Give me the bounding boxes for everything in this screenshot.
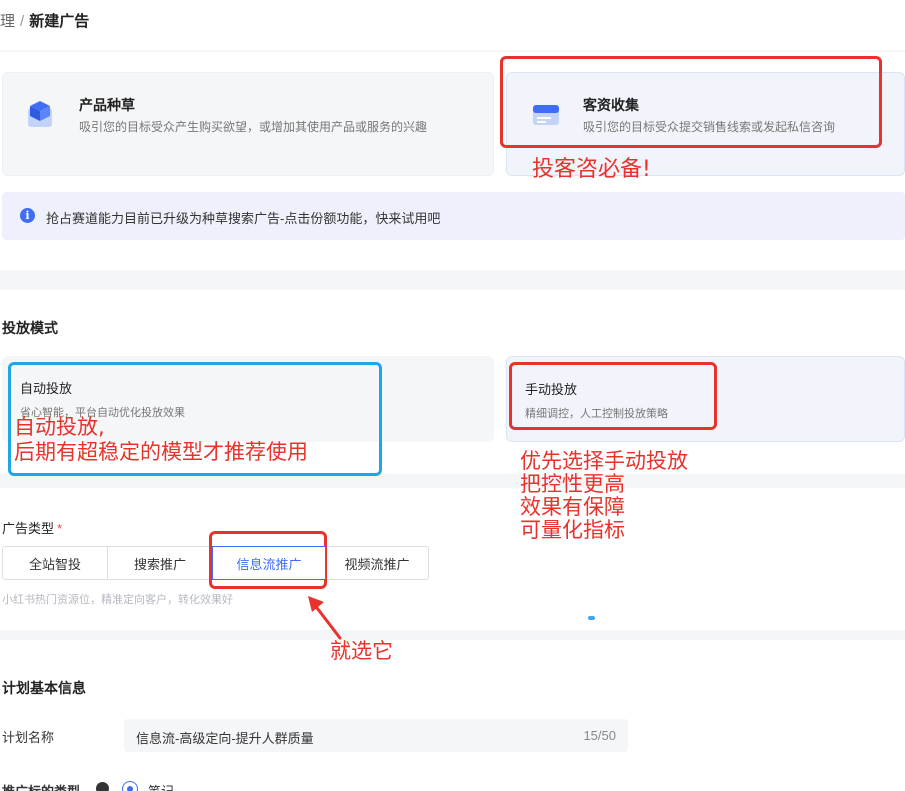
ad-type-hint: 小红书热门资源位，精准定向客户，转化效果好 xyxy=(2,594,233,606)
annotation-box-goal xyxy=(500,56,882,148)
annotation-arrow-icon xyxy=(308,596,342,640)
section-divider xyxy=(0,630,905,640)
breadcrumb: 理 / 新建广告 xyxy=(0,10,89,31)
annotation-auto-note-2: 后期有超稳定的模型才推荐使用 xyxy=(14,440,308,464)
goal-card-seeding[interactable]: 产品种草 吸引您的目标受众产生购买欲望，或增加其使用产品或服务的兴趣 xyxy=(2,72,494,176)
breadcrumb-prev[interactable]: 理 xyxy=(0,13,15,30)
header-divider xyxy=(0,50,905,52)
page-title: 新建广告 xyxy=(29,13,90,30)
annotation-goal-note: 投客咨必备! xyxy=(532,157,651,182)
required-mark: * xyxy=(57,521,63,536)
ad-type-video-feed[interactable]: 视频流推广 xyxy=(325,546,429,580)
plan-name-value: 信息流-高级定向-提升人群质量 xyxy=(136,731,314,746)
loading-dot xyxy=(588,616,595,620)
promo-type-option: 笔记 xyxy=(148,781,174,791)
goal-desc: 吸引您的目标受众产生购买欲望，或增加其使用产品或服务的兴趣 xyxy=(79,120,428,134)
plan-name-label: 计划名称 xyxy=(2,730,55,745)
plan-info-title: 计划基本信息 xyxy=(2,680,86,696)
annotation-manual-note-3: 效果有保障 xyxy=(520,495,625,519)
cube-icon xyxy=(28,101,52,127)
annotation-manual-note-4: 可量化指标 xyxy=(520,518,625,542)
notice-text[interactable]: 抢占赛道能力目前已升级为种草搜索广告-点击份额功能，快来试用吧 xyxy=(46,208,440,227)
plan-name-count: 15/50 xyxy=(583,728,616,743)
annotation-box-manual xyxy=(509,362,717,430)
section-divider xyxy=(0,270,905,290)
goal-title: 产品种草 xyxy=(79,97,135,113)
notice-bar: i 抢占赛道能力目前已升级为种草搜索广告-点击份额功能，快来试用吧 xyxy=(2,192,905,240)
breadcrumb-separator: / xyxy=(20,13,25,30)
ad-type-label: 广告类型 * xyxy=(2,521,63,536)
annotation-auto-note-1: 自动投放, xyxy=(14,415,105,439)
ad-type-selector: 全站智投 搜索推广 信息流推广 视频流推广 xyxy=(2,546,429,580)
promo-type-radio[interactable] xyxy=(122,781,138,791)
mode-section-title: 投放模式 xyxy=(2,320,58,336)
ad-type-all-site[interactable]: 全站智投 xyxy=(2,546,108,580)
section-divider xyxy=(0,474,905,488)
ad-type-search[interactable]: 搜索推广 xyxy=(107,546,213,580)
annotation-select-note: 就选它 xyxy=(330,639,393,663)
help-icon[interactable] xyxy=(96,782,109,791)
promo-type-label: 推广标的类型 xyxy=(2,781,80,791)
ad-type-feed[interactable]: 信息流推广 xyxy=(212,546,326,580)
plan-name-input[interactable]: 信息流-高级定向-提升人群质量 15/50 xyxy=(124,719,628,752)
info-icon: i xyxy=(20,208,35,223)
annotation-manual-note-1: 优先选择手动投放 xyxy=(520,449,688,473)
annotation-manual-note-2: 把控性更高 xyxy=(520,472,625,496)
